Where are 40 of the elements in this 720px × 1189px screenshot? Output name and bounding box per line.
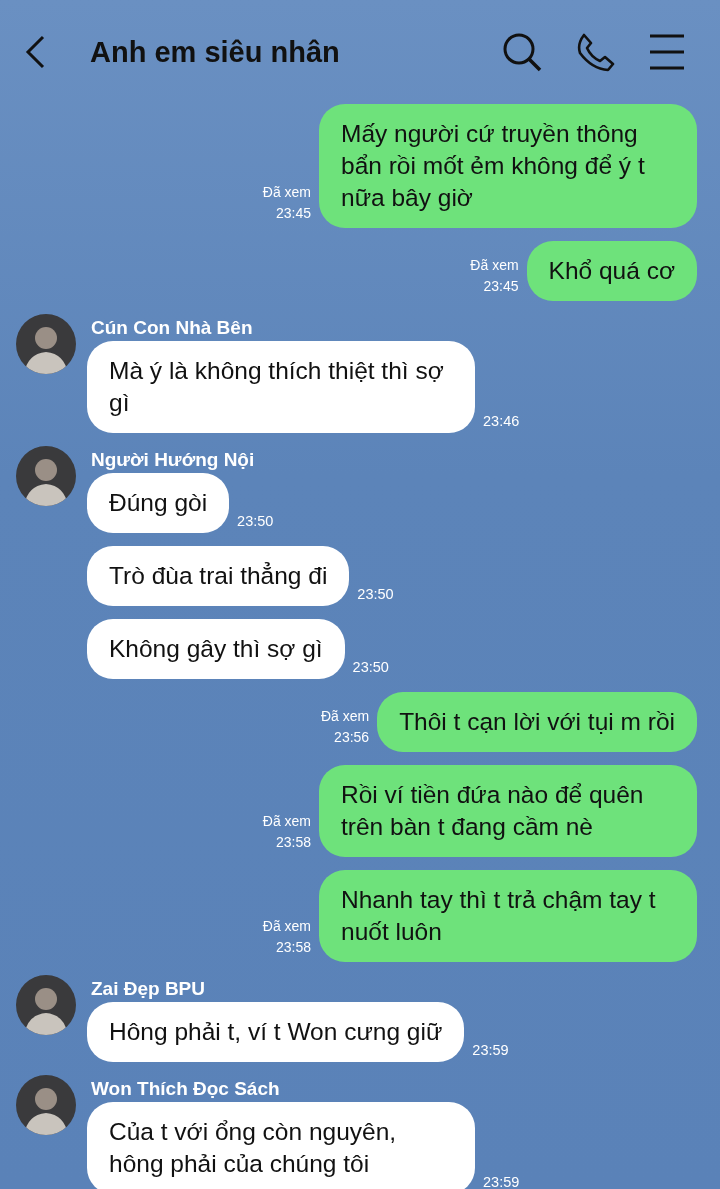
read-receipt: Đã xem	[262, 183, 311, 202]
sender-name: Người Hướng Nội	[91, 448, 255, 472]
message-time: 23:56	[334, 728, 370, 747]
message-time: 23:59	[472, 1042, 509, 1058]
sender-name: Won Thích Đọc Sách	[91, 1077, 280, 1101]
received-message: Hông phải t, ví t Won cưng giữ	[87, 1002, 465, 1062]
phone-icon[interactable]	[576, 32, 616, 72]
sent-message: Rồi ví tiền đứa nào để quên trên bàn t đang cầm nè	[319, 765, 697, 857]
avatar[interactable]	[16, 1075, 76, 1135]
message-time: 23:50	[237, 513, 274, 529]
received-message: Mà ý là không thích thiệt thì sợ gì	[87, 341, 475, 433]
received-message: Đúng gòi	[87, 473, 230, 533]
message-time: 23:50	[357, 586, 394, 602]
message-time: 23:50	[352, 659, 389, 675]
sent-message: Khổ quá cơ	[526, 241, 697, 301]
avatar[interactable]	[16, 446, 76, 506]
sender-name: Cún Con Nhà Bên	[91, 316, 253, 340]
received-message: Trò đùa trai thẳng đi	[87, 546, 350, 606]
chat-title: Anh em siêu nhân	[90, 35, 341, 69]
message-time: 23:58	[275, 833, 311, 852]
read-receipt: Đã xem	[320, 707, 370, 726]
avatar[interactable]	[16, 975, 76, 1035]
read-receipt: Đã xem	[262, 812, 311, 831]
received-message: Không gây thì sợ gì	[87, 619, 345, 679]
sent-message: Nhanh tay thì t trả chậm tay t nuốt luôn	[319, 870, 697, 962]
message-time: 23:45	[275, 204, 311, 223]
message-time: 23:45	[483, 277, 519, 296]
read-receipt: Đã xem	[262, 917, 311, 936]
menu-icon[interactable]	[650, 34, 684, 70]
avatar[interactable]	[16, 314, 76, 374]
back-icon[interactable]	[24, 35, 46, 69]
sent-message: Mấy người cứ truyền thông bẩn rồi mốt ẻm không để ý t nữa bây giờ	[319, 104, 697, 228]
sent-message: Thôi t cạn lời với tụi m rồi	[377, 692, 697, 752]
sender-name: Zai Đẹp BPU	[91, 977, 206, 1001]
message-time: 23:46	[483, 413, 520, 429]
message-time: 23:58	[275, 938, 311, 957]
message-time: 23:59	[483, 1174, 520, 1189]
read-receipt: Đã xem	[470, 256, 519, 275]
search-icon[interactable]	[502, 32, 542, 72]
received-message: Của t với ổng còn nguyên, hông phải của chúng tôi	[87, 1102, 475, 1189]
